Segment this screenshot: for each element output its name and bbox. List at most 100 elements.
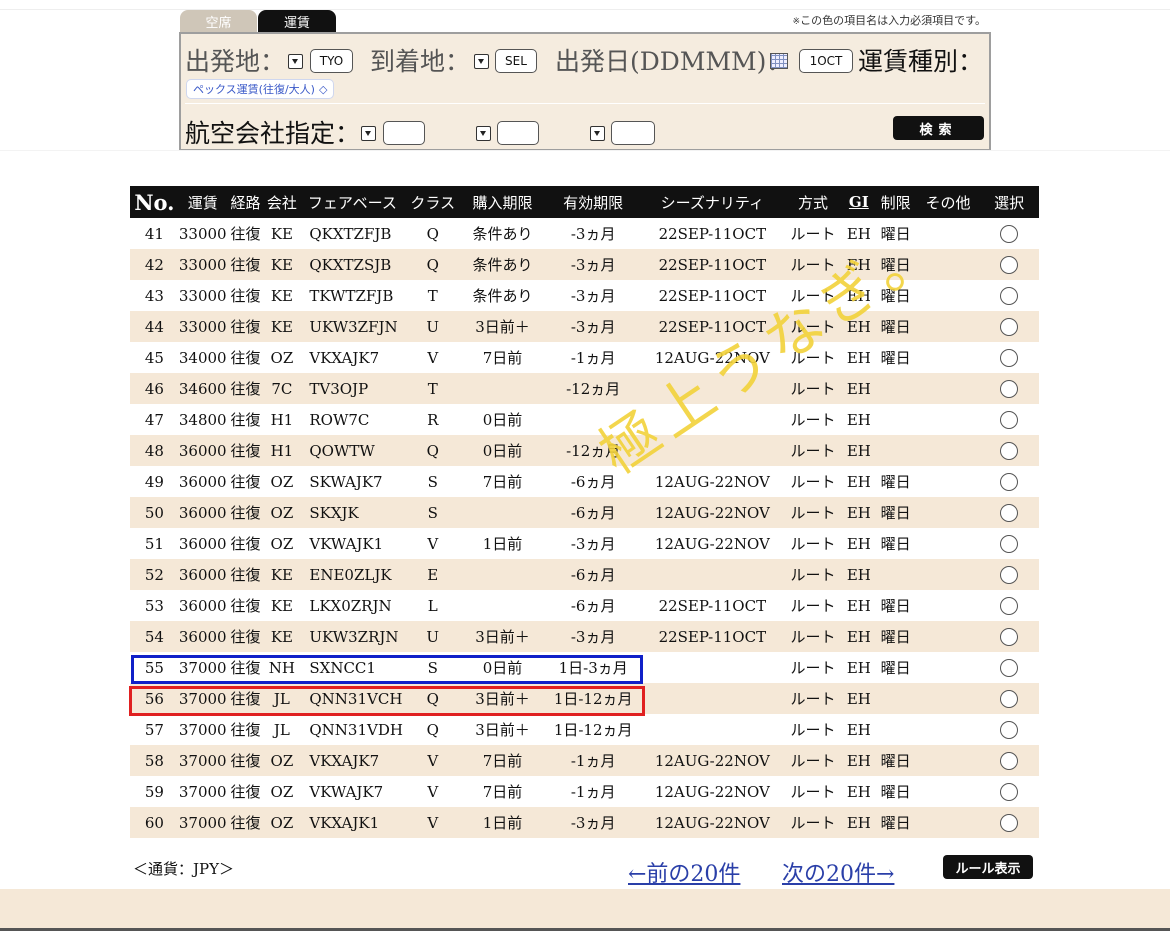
select-radio[interactable] xyxy=(1000,597,1019,615)
cell-select xyxy=(979,776,1039,807)
cell-other xyxy=(916,497,980,528)
cell-route: 往復 xyxy=(226,466,265,497)
calendar-icon[interactable] xyxy=(770,53,788,69)
cell-season xyxy=(641,683,784,714)
fare-type-select[interactable]: ペックス運賃(往復/大人) ◇ xyxy=(186,79,335,99)
select-radio[interactable] xyxy=(1000,256,1019,274)
select-radio[interactable] xyxy=(1000,628,1019,646)
cell-season: 12AUG-22NOV xyxy=(641,466,784,497)
cell-method: ルート xyxy=(783,528,843,559)
cell-purchase xyxy=(460,373,545,404)
departure-input[interactable]: TYO xyxy=(310,49,353,73)
cell-method: ルート xyxy=(783,745,843,776)
cell-farebase: TKWTZFJB xyxy=(299,280,406,311)
table-row: 59 37000 往復 OZ VKWAJK7 V 7日前 -1ヵ月 12AUG-22NOV ルート… xyxy=(130,776,1039,807)
cell-other xyxy=(916,404,980,435)
footer-band xyxy=(0,889,1170,929)
prev-page-link[interactable]: ←前の20件 xyxy=(628,856,740,888)
select-radio[interactable] xyxy=(1000,814,1019,832)
search-button[interactable]: 検索 xyxy=(893,116,984,140)
cell-route: 往復 xyxy=(226,404,265,435)
cell-route: 往復 xyxy=(226,311,265,342)
cell-select xyxy=(979,528,1039,559)
cell-class: U xyxy=(405,311,461,342)
cell-other xyxy=(916,776,980,807)
cell-no: 43 xyxy=(130,280,179,311)
arrival-label: 到着地： xyxy=(370,47,471,76)
cell-class: Q xyxy=(405,714,461,745)
cell-class: T xyxy=(405,373,461,404)
cell-fare: 33000 xyxy=(178,311,227,342)
tab-fares[interactable]: 運賃 xyxy=(258,10,336,32)
cell-fare: 37000 xyxy=(178,776,227,807)
airline2-dropdown-icon[interactable] xyxy=(476,126,491,141)
tab-seats[interactable]: 空席 xyxy=(180,10,257,32)
select-radio[interactable] xyxy=(1000,442,1019,460)
cell-restriction: 曜日 xyxy=(874,652,917,683)
cell-method: ルート xyxy=(783,714,843,745)
select-radio[interactable] xyxy=(1000,504,1019,522)
cell-no: 60 xyxy=(130,807,179,838)
cell-route: 往復 xyxy=(226,745,265,776)
cell-restriction: 曜日 xyxy=(874,590,917,621)
cell-route: 往復 xyxy=(226,590,265,621)
select-radio[interactable] xyxy=(1000,535,1019,553)
select-radio[interactable] xyxy=(1000,225,1019,243)
cell-other xyxy=(916,807,980,838)
select-radio[interactable] xyxy=(1000,752,1019,770)
cell-purchase: 7日前 xyxy=(460,466,545,497)
airline-input-2[interactable] xyxy=(497,121,539,145)
show-rule-button[interactable]: ルール表示 xyxy=(943,855,1033,879)
cell-select xyxy=(979,218,1039,249)
cell-other xyxy=(916,373,980,404)
cell-farebase: ROW7C xyxy=(299,404,406,435)
cell-restriction: 曜日 xyxy=(874,621,917,652)
cell-restriction xyxy=(874,404,917,435)
cell-purchase: 3日前＋ xyxy=(460,311,545,342)
select-radio[interactable] xyxy=(1000,659,1019,677)
cell-season xyxy=(641,652,784,683)
select-radio[interactable] xyxy=(1000,783,1019,801)
arrival-dropdown-icon[interactable] xyxy=(474,54,489,69)
top-rule xyxy=(0,9,1170,10)
cell-restriction: 曜日 xyxy=(874,311,917,342)
cell-route: 往復 xyxy=(226,373,265,404)
cell-other xyxy=(916,559,980,590)
cell-no: 54 xyxy=(130,621,179,652)
section-divider xyxy=(0,150,1170,151)
arrival-input[interactable]: SEL xyxy=(495,49,537,73)
cell-gi: EH xyxy=(842,621,875,652)
cell-class: Q xyxy=(405,435,461,466)
departure-dropdown-icon[interactable] xyxy=(288,54,303,69)
cell-no: 41 xyxy=(130,218,179,249)
select-radio[interactable] xyxy=(1000,721,1019,739)
date-input[interactable]: 1OCT xyxy=(799,49,853,73)
select-radio[interactable] xyxy=(1000,318,1019,336)
cell-farebase: UKW3ZFJN xyxy=(299,311,406,342)
airline-input-1[interactable] xyxy=(383,121,425,145)
airline-input-3[interactable] xyxy=(611,121,655,145)
select-radio[interactable] xyxy=(1000,411,1019,429)
select-radio[interactable] xyxy=(1000,349,1019,367)
cell-no: 58 xyxy=(130,745,179,776)
cell-select xyxy=(979,466,1039,497)
next-page-link[interactable]: 次の20件→ xyxy=(782,856,894,888)
cell-validity: -3ヵ月 xyxy=(544,249,642,280)
select-radio[interactable] xyxy=(1000,380,1019,398)
select-radio[interactable] xyxy=(1000,473,1019,491)
cell-season xyxy=(641,435,784,466)
cell-restriction: 曜日 xyxy=(874,249,917,280)
select-radio[interactable] xyxy=(1000,690,1019,708)
airline3-dropdown-icon[interactable] xyxy=(590,126,605,141)
col-header-gi[interactable]: GI xyxy=(842,186,875,218)
select-radio[interactable] xyxy=(1000,566,1019,584)
cell-no: 45 xyxy=(130,342,179,373)
cell-no: 50 xyxy=(130,497,179,528)
chevron-updown-icon: ◇ xyxy=(318,82,328,96)
airline1-dropdown-icon[interactable] xyxy=(361,126,376,141)
cell-select xyxy=(979,621,1039,652)
cell-select xyxy=(979,559,1039,590)
cell-restriction xyxy=(874,373,917,404)
table-row: 46 34600 往復 7C TV3OJP T -12ヵ月 ルート EH xyxy=(130,373,1039,404)
select-radio[interactable] xyxy=(1000,287,1019,305)
